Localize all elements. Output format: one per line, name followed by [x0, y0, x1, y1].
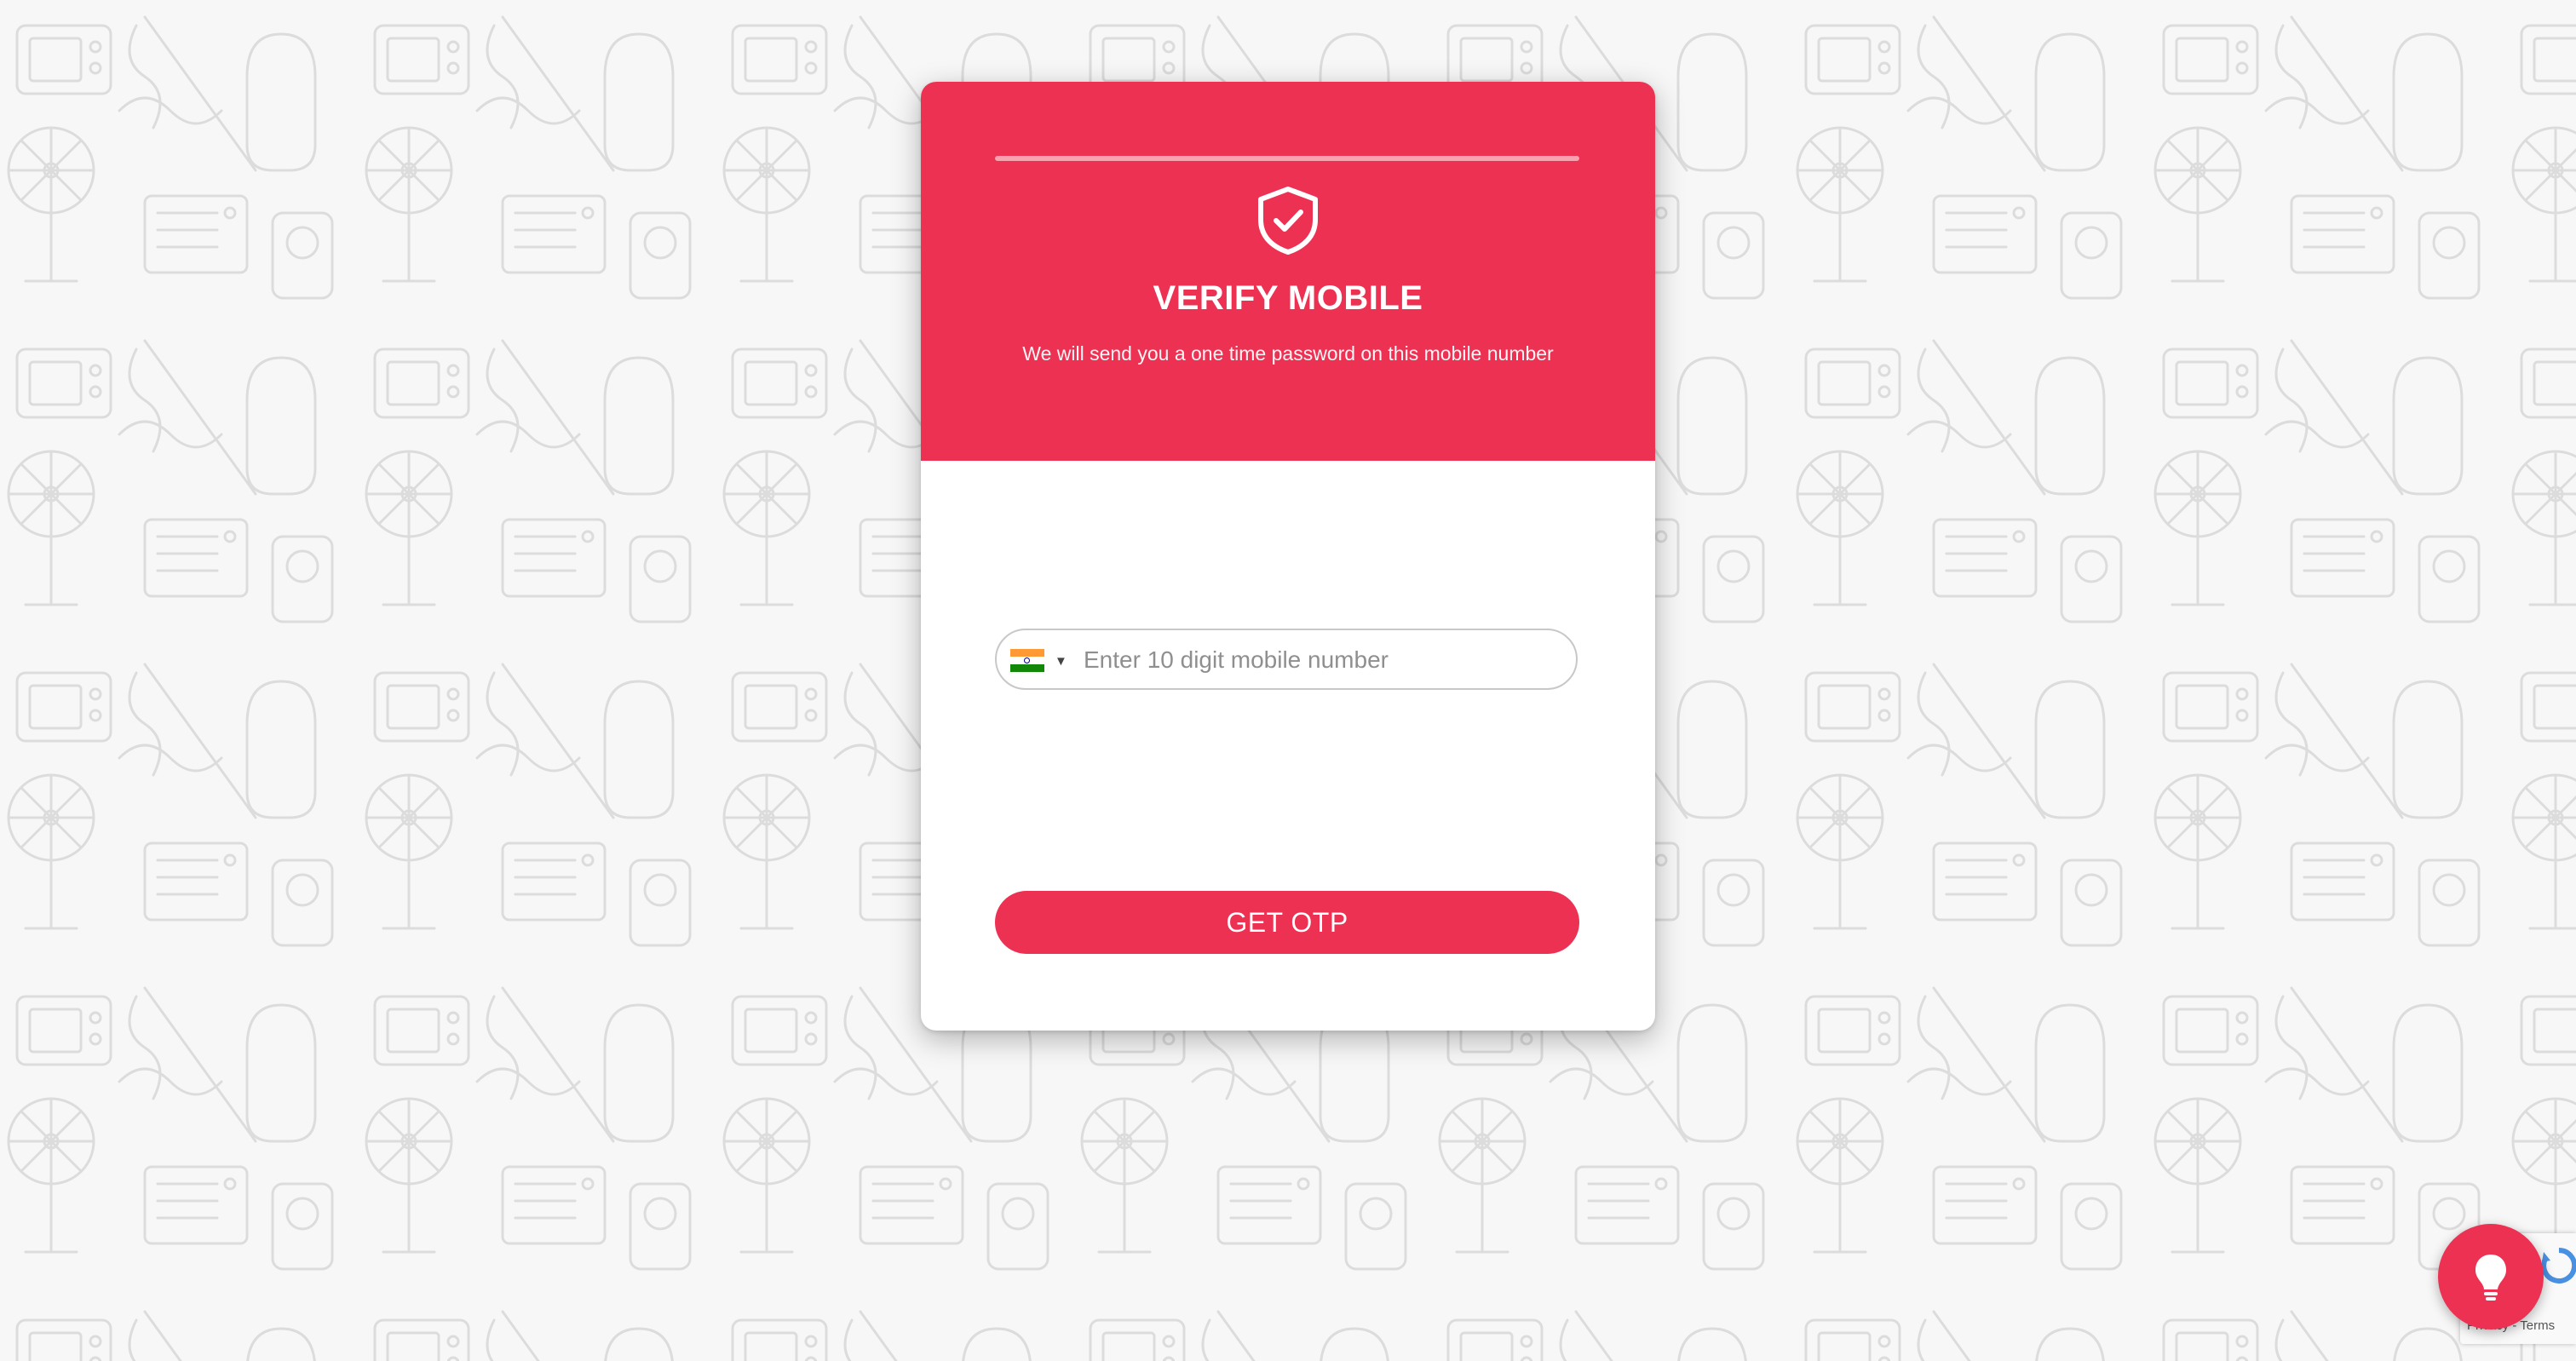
get-otp-button[interactable]: GET OTP: [995, 891, 1579, 954]
mobile-number-input[interactable]: [1082, 639, 1562, 681]
help-fab-button[interactable]: [2438, 1224, 2544, 1329]
india-flag-icon: [1010, 649, 1044, 672]
caret-down-icon: ▼: [1055, 654, 1067, 669]
progress-bar: [995, 156, 1579, 161]
verify-mobile-card: VERIFY MOBILE We will send you a one tim…: [921, 82, 1655, 1031]
lightbulb-icon: [2475, 1255, 2506, 1301]
country-code-dropdown[interactable]: ▼: [1009, 637, 1073, 683]
card-header: VERIFY MOBILE We will send you a one tim…: [921, 82, 1655, 461]
phone-number-field: ▼: [995, 629, 1578, 690]
page-subtitle: We will send you a one time password on …: [1022, 342, 1554, 365]
shield-check-icon: [1258, 187, 1318, 255]
recaptcha-icon: [2542, 1247, 2576, 1283]
page-title: VERIFY MOBILE: [1153, 279, 1423, 317]
